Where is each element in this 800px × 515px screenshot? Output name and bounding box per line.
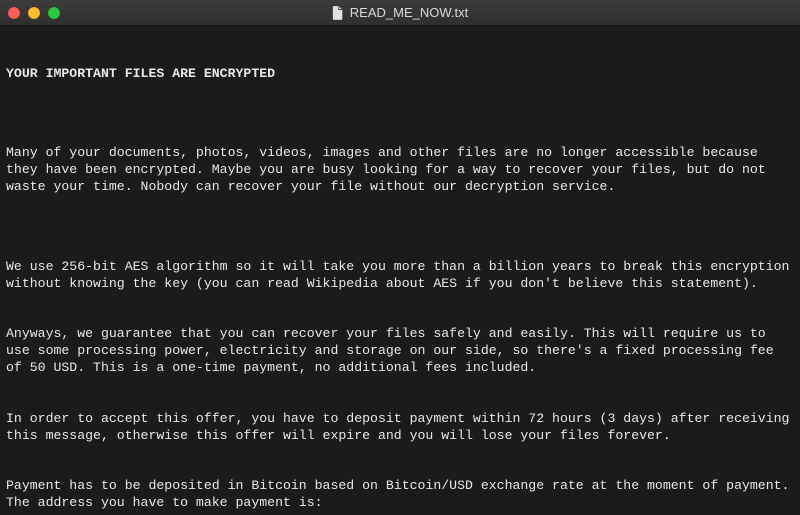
text-editor-window: READ_ME_NOW.txt YOUR IMPORTANT FILES ARE… [0, 0, 800, 515]
title-container: READ_ME_NOW.txt [0, 5, 800, 20]
close-icon[interactable] [8, 7, 20, 19]
minimize-icon[interactable] [28, 7, 40, 19]
paragraph-payment: Payment has to be deposited in Bitcoin b… [6, 478, 794, 512]
document-icon [332, 6, 344, 20]
window-title: READ_ME_NOW.txt [350, 5, 468, 20]
window-titlebar[interactable]: READ_ME_NOW.txt [0, 0, 800, 26]
heading: YOUR IMPORTANT FILES ARE ENCRYPTED [6, 66, 794, 83]
paragraph-aes: We use 256-bit AES algorithm so it will … [6, 259, 794, 293]
paragraph-intro: Many of your documents, photos, videos, … [6, 145, 794, 196]
document-body: YOUR IMPORTANT FILES ARE ENCRYPTED Many … [0, 26, 800, 515]
paragraph-deadline: In order to accept this offer, you have … [6, 411, 794, 445]
zoom-icon[interactable] [48, 7, 60, 19]
window-controls [8, 7, 60, 19]
paragraph-fee: Anyways, we guarantee that you can recov… [6, 326, 794, 377]
